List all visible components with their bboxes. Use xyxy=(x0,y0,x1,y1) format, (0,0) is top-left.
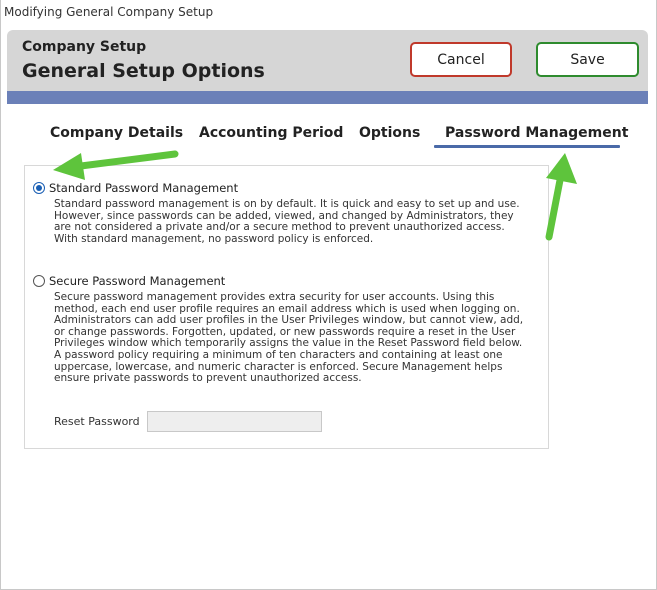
header-accent-bar xyxy=(7,91,648,104)
window-title: Modifying General Company Setup xyxy=(4,5,214,19)
secure-password-label: Secure Password Management xyxy=(49,274,226,288)
secure-password-radio[interactable] xyxy=(33,275,45,287)
tab-company-details[interactable]: Company Details xyxy=(50,125,183,141)
tab-password-management[interactable]: Password Management xyxy=(445,125,628,141)
standard-password-label: Standard Password Management xyxy=(49,181,239,195)
secure-password-option[interactable]: Secure Password Management xyxy=(33,274,225,288)
reset-password-input[interactable] xyxy=(147,411,322,432)
arrow-to-password-tab xyxy=(545,153,577,241)
header-panel: Company Setup General Setup Options Canc… xyxy=(7,30,648,104)
cancel-button[interactable]: Cancel xyxy=(410,42,512,77)
dialog-window: Modifying General Company Setup Company … xyxy=(0,0,657,590)
active-tab-indicator xyxy=(434,145,620,148)
title-bar: Modifying General Company Setup xyxy=(1,0,656,26)
standard-password-radio[interactable] xyxy=(33,182,45,194)
reset-password-label: Reset Password xyxy=(54,415,140,428)
header-subtitle: Company Setup xyxy=(22,39,147,55)
standard-password-option[interactable]: Standard Password Management xyxy=(33,181,238,195)
secure-password-description: Secure password management provides extr… xyxy=(54,291,524,385)
page-title: General Setup Options xyxy=(22,60,265,82)
tab-accounting-period[interactable]: Accounting Period xyxy=(199,125,343,141)
password-management-panel: Standard Password Management Standard pa… xyxy=(24,165,549,449)
save-button[interactable]: Save xyxy=(536,42,639,77)
tab-options[interactable]: Options xyxy=(359,125,420,141)
standard-password-description: Standard password management is on by de… xyxy=(54,198,520,245)
